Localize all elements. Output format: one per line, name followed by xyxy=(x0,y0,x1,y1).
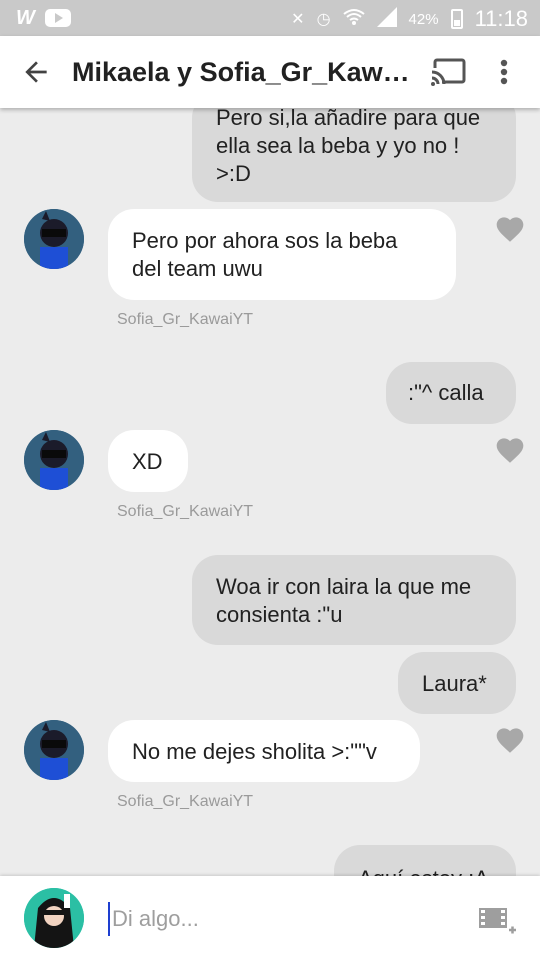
battery-icon xyxy=(450,9,463,29)
message-composer: Di algo... xyxy=(0,876,540,960)
message-bubble-sent[interactable]: :"^ calla xyxy=(386,362,516,424)
message-text: No me dejes sholita >:""v xyxy=(132,739,377,764)
heart-icon[interactable] xyxy=(494,213,526,243)
message-text: Woa ir con laira la que me consienta :"u xyxy=(216,574,472,627)
message-bubble-sent[interactable]: Pero si,la añadire para que ella sea la … xyxy=(192,92,516,202)
avatar[interactable] xyxy=(24,209,84,269)
message-text: Pero si,la añadire para que ella sea la … xyxy=(216,105,481,186)
cast-icon[interactable] xyxy=(430,58,466,86)
message-input[interactable]: Di algo... xyxy=(108,902,452,936)
clock: 11:18 xyxy=(474,6,528,31)
message-bubble-received[interactable]: Pero por ahora sos la beba del team uwu xyxy=(108,209,456,300)
app-w-icon: W xyxy=(16,7,35,29)
heart-icon[interactable] xyxy=(494,724,526,754)
message-bubble-received[interactable]: XD xyxy=(108,430,188,492)
mute-icon: ✕ xyxy=(291,11,305,28)
status-bar: W ✕ ◷ 42% 11:18 xyxy=(0,0,540,36)
message-text: XD xyxy=(132,449,163,474)
battery-percent: 42% xyxy=(408,10,439,28)
chat-title: Mikaela y Sofia_Gr_Kaw… xyxy=(72,57,410,87)
media-add-icon[interactable] xyxy=(478,906,516,936)
message-bubble-received[interactable]: No me dejes sholita >:""v xyxy=(108,720,420,782)
signal-icon xyxy=(376,6,397,32)
back-arrow-icon[interactable] xyxy=(20,56,52,88)
heart-icon[interactable] xyxy=(494,434,526,464)
message-text: :"^ calla xyxy=(408,380,484,405)
message-bubble-sent[interactable]: Woa ir con laira la que me consienta :"u xyxy=(192,555,516,645)
alarm-icon: ◷ xyxy=(316,11,331,28)
sender-name: Sofia_Gr_KawaiYT xyxy=(117,503,254,520)
youtube-icon xyxy=(44,9,71,27)
message-text: Pero por ahora sos la beba del team uwu xyxy=(132,228,398,281)
sender-name: Sofia_Gr_KawaiYT xyxy=(117,793,254,810)
message-bubble-sent[interactable]: Laura* xyxy=(398,652,516,714)
wifi-icon xyxy=(342,8,365,31)
more-vert-icon[interactable] xyxy=(492,56,516,88)
my-avatar[interactable] xyxy=(24,888,84,948)
avatar[interactable] xyxy=(24,430,84,490)
message-text: Laura* xyxy=(422,671,487,696)
app-bar: Mikaela y Sofia_Gr_Kaw… xyxy=(0,36,540,108)
sender-name: Sofia_Gr_KawaiYT xyxy=(117,311,254,328)
avatar[interactable] xyxy=(24,720,84,780)
